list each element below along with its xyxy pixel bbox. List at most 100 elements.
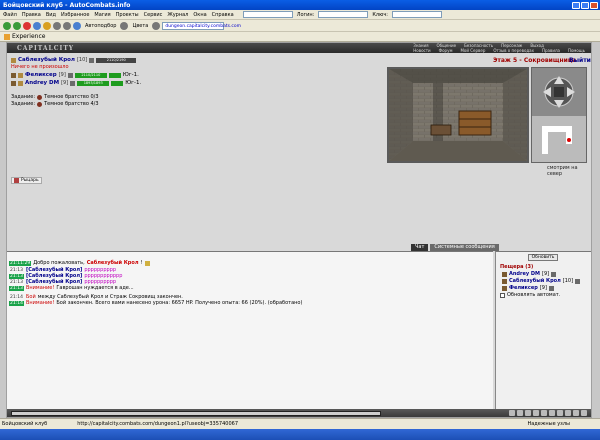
home-icon[interactable] [43, 21, 51, 30]
info-icon[interactable] [575, 278, 581, 284]
quest-text[interactable]: Темное братство 4/3 [44, 101, 98, 107]
autofill-button[interactable]: Автоподбор [85, 23, 116, 29]
auto-refresh: Обновлять автомат. [500, 292, 560, 298]
roster-item: Феликсер [9] [502, 285, 554, 291]
translit-icon[interactable] [541, 410, 547, 416]
send-icon[interactable] [509, 410, 515, 416]
clear-icon[interactable] [533, 410, 539, 416]
game-header: CAPITALCITY Знания Общение Безопасность … [7, 43, 591, 53]
settings-icon[interactable] [120, 21, 129, 30]
info-icon[interactable] [70, 80, 76, 86]
chat-log[interactable]: 21:11:29 Добро пожаловать, Саблезубый Кр… [7, 251, 493, 409]
clan-icon [18, 80, 23, 86]
player-name[interactable]: Саблезубый Крол [18, 57, 75, 63]
info-icon[interactable] [551, 271, 557, 277]
experience-link[interactable]: Experience [12, 33, 45, 40]
party-chip[interactable]: Рыцарь [11, 177, 42, 184]
stop-icon[interactable] [23, 21, 31, 30]
roster-name[interactable]: Саблезубый Крол [509, 278, 561, 284]
facing-direction: смотрим на север [547, 165, 578, 177]
menu-projects[interactable]: Проекты [116, 12, 139, 18]
minimize-button[interactable] [572, 1, 580, 9]
roster-name[interactable]: Феликсер [509, 285, 538, 291]
chat-tools [509, 410, 587, 416]
filter-icon[interactable] [525, 410, 531, 416]
key-input[interactable] [391, 11, 442, 18]
roster-item: Саблезубый Крол [10] [502, 278, 581, 284]
chat-text: Гаврошан нуждается в аде... [56, 285, 134, 291]
print-icon[interactable] [53, 21, 61, 30]
party-member-name[interactable]: Andrey DM [25, 80, 59, 86]
roster-item: Andrey DM [9] [502, 271, 557, 277]
member-icon [11, 80, 16, 86]
party-member-name[interactable]: Феликсер [25, 72, 57, 78]
mail-icon[interactable] [63, 21, 71, 30]
menu-view[interactable]: Вид [46, 12, 56, 18]
menu-journal[interactable]: Журнал [167, 12, 188, 18]
party-member-direction: Юг-1. [122, 72, 139, 78]
quest-icon [37, 101, 43, 107]
chat-message: 21:13 Внимание! Гаврошан нуждается в аде… [9, 285, 134, 291]
member-icon [502, 285, 507, 291]
dungeon-scene [389, 69, 527, 161]
chat-player[interactable]: Саблезубый Крол [87, 260, 139, 266]
clan-icon [11, 57, 16, 63]
right-scroll-edge[interactable] [592, 42, 600, 418]
menu-magic[interactable]: Магия [94, 12, 110, 18]
window-controls [572, 1, 600, 9]
menu-file[interactable]: Файл [3, 12, 17, 18]
tab-system[interactable]: Системные сообщения [430, 244, 499, 251]
roster-name[interactable]: Andrey DM [509, 271, 540, 277]
address-bar[interactable]: dungeon.capitalcity.combats.com [162, 21, 241, 30]
refresh-button[interactable]: Обновить [528, 254, 558, 261]
security-zone: Надежные узлы [527, 421, 570, 427]
speed-icon[interactable] [549, 410, 555, 416]
tab-chat[interactable]: Чат [411, 244, 429, 251]
info-icon[interactable] [89, 57, 95, 63]
party-member-level: [9] [61, 80, 69, 86]
treasure-chest [458, 110, 492, 136]
auto-refresh-checkbox[interactable] [500, 292, 505, 298]
floor-title: Этаж 5 - Сокровищница [493, 57, 577, 64]
search-field[interactable] [242, 11, 293, 18]
hp-fill [108, 72, 121, 78]
info-icon[interactable] [548, 285, 554, 291]
info-icon[interactable] [67, 72, 73, 78]
forward-icon[interactable] [13, 21, 21, 30]
page-icon[interactable] [152, 21, 161, 30]
menu-service[interactable]: Сервис [144, 12, 163, 18]
chat-time: 21:13 [10, 267, 23, 273]
sound-icon[interactable] [557, 410, 563, 416]
auto-refresh-label: Обновлять автомат. [507, 292, 561, 298]
menu-edit[interactable]: Правка [22, 12, 41, 18]
exit-link[interactable]: Выйти [569, 57, 591, 64]
maximize-button[interactable] [581, 1, 589, 9]
colors-button[interactable]: Цвета [132, 23, 148, 29]
quest-line: Задание: Темное братство 0/3 [11, 94, 99, 100]
chat-time: 21:13 [9, 273, 24, 279]
taskbar [0, 429, 600, 440]
menu-help[interactable]: Справка [212, 12, 234, 18]
location-panel: Обновить Пещера (3) Andrey DM [9] Саблез… [495, 251, 591, 409]
status-bar: Бойцовский клуб http://capitalcity.comba… [0, 418, 600, 429]
chat-message: 21:11:29 Добро пожаловать, Саблезубый Кр… [9, 260, 150, 266]
chat-time: 21:13 [9, 285, 24, 291]
scroll-icon[interactable] [565, 410, 571, 416]
chat-input[interactable] [11, 410, 381, 416]
menu-bar: Файл Правка Вид Избранное Магия Проекты … [0, 10, 600, 20]
exit-chat-icon[interactable] [581, 410, 587, 416]
game-frame: CAPITALCITY Знания Общение Безопасность … [6, 42, 592, 418]
browser-toolbar: Автоподбор Цвета dungeon.capitalcity.com… [0, 20, 600, 32]
smiles-icon[interactable] [517, 410, 523, 416]
refresh-icon[interactable] [33, 21, 41, 30]
login-input[interactable] [318, 11, 369, 18]
menu-favorites[interactable]: Избранное [61, 12, 89, 18]
dungeon-view[interactable] [387, 67, 529, 163]
menu-windows[interactable]: Окна [193, 12, 206, 18]
back-icon[interactable] [3, 21, 11, 30]
tab-icon[interactable] [73, 21, 81, 30]
close-button[interactable] [590, 1, 598, 9]
options-icon[interactable] [573, 410, 579, 416]
quest-text[interactable]: Темное братство 0/3 [44, 94, 98, 100]
location-title: Пещера (3) [500, 264, 534, 270]
